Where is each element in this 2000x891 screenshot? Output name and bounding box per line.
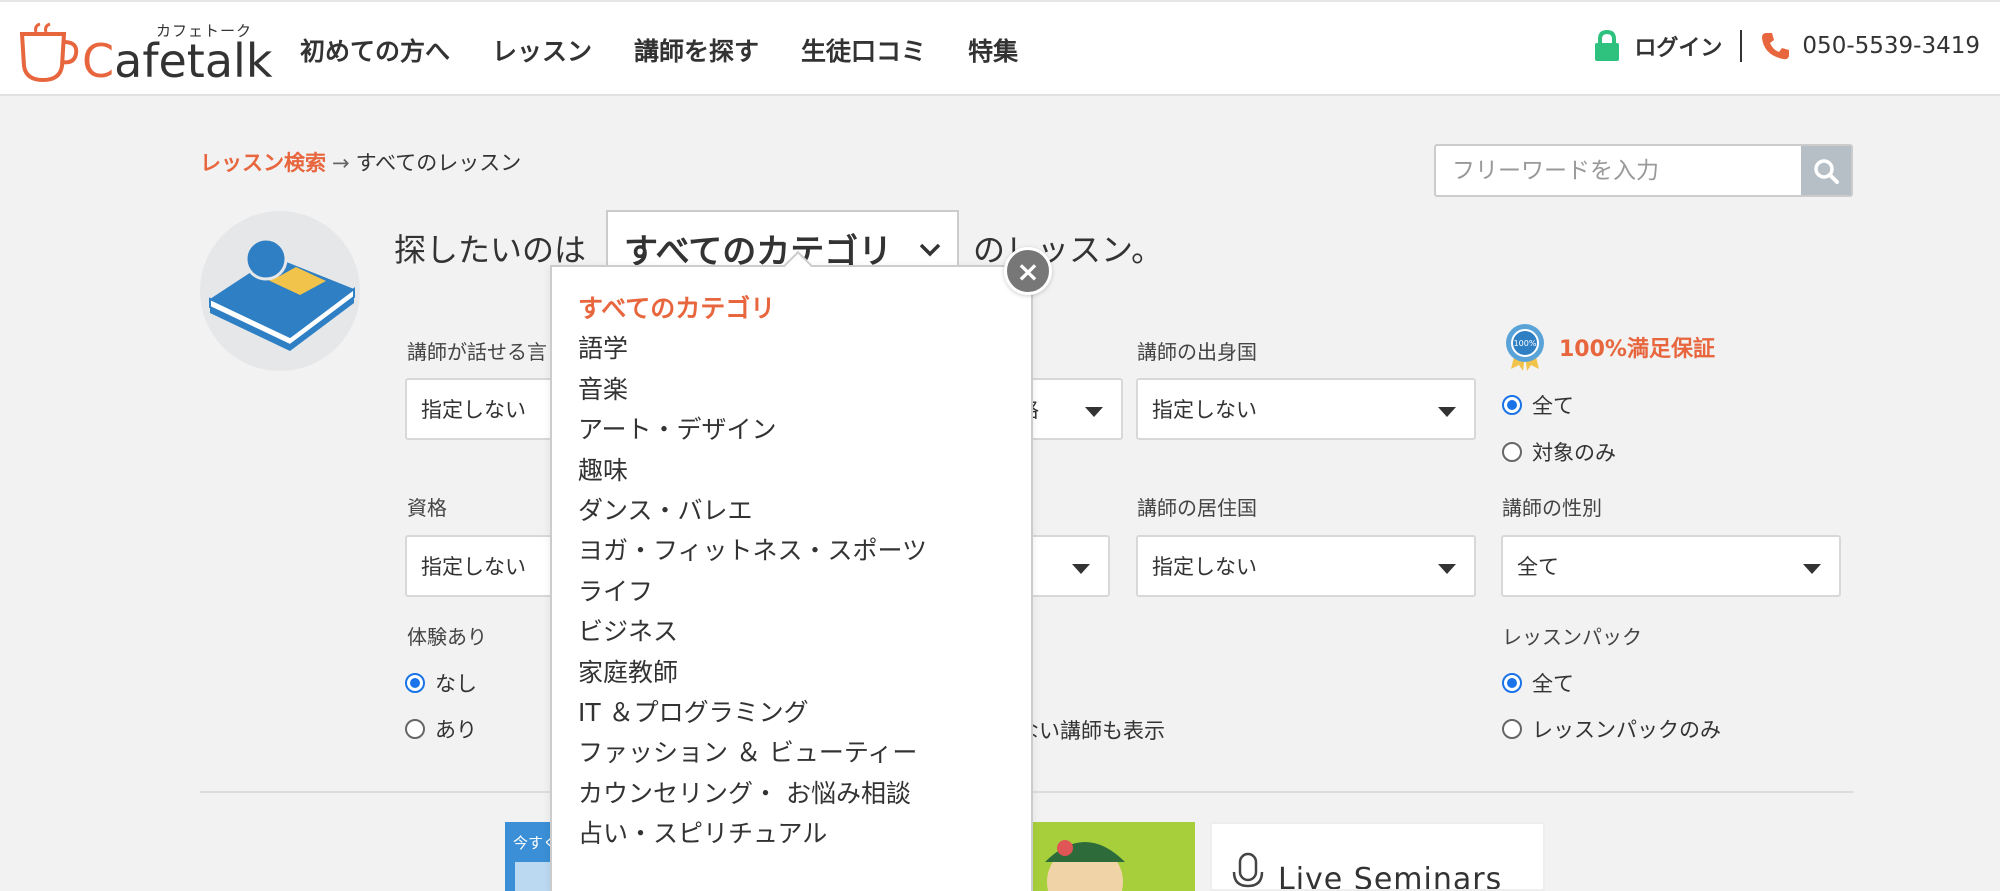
category-option-fortune-spiritual[interactable]: 占い・スピリチュアル bbox=[578, 814, 927, 854]
radio-label: あり bbox=[435, 718, 477, 742]
trial-yes-radio[interactable]: あり bbox=[405, 714, 477, 744]
guarantee-only-radio[interactable]: 対象のみ bbox=[1502, 437, 1616, 467]
search-input[interactable] bbox=[1436, 146, 1801, 195]
phone-icon bbox=[1762, 33, 1790, 60]
radio-label: 全て bbox=[1532, 672, 1574, 696]
speaks-language-value: 指定しない bbox=[421, 398, 526, 422]
origin-country-select[interactable]: 指定しない bbox=[1136, 378, 1476, 440]
radio-label: レッスンパックのみ bbox=[1532, 718, 1721, 742]
gender-label: 講師の性別 bbox=[1502, 496, 1602, 520]
guarantee-all-radio[interactable]: 全て bbox=[1502, 390, 1574, 420]
main-nav: 初めての方へ レッスン 講師を探す 生徒口コミ 特集 bbox=[300, 32, 1060, 68]
pack-only-radio[interactable]: レッスンパックのみ bbox=[1502, 714, 1721, 744]
microphone-icon bbox=[1232, 852, 1264, 888]
breadcrumb-current: すべてのレッスン bbox=[355, 151, 522, 175]
close-icon: × bbox=[1016, 254, 1040, 288]
origin-country-value: 指定しない bbox=[1152, 398, 1257, 422]
nav-first-time[interactable]: 初めての方へ bbox=[300, 32, 450, 68]
breadcrumb-arrow: → bbox=[332, 151, 350, 175]
nav-find-tutor[interactable]: 講師を探す bbox=[634, 32, 759, 68]
category-dropdown: すべてのカテゴリ 語学 音楽 アート・デザイン 趣味 ダンス・バレエ ヨガ・フィ… bbox=[550, 250, 1033, 891]
qualification-label: 資格 bbox=[407, 496, 447, 520]
pack-all-radio[interactable]: 全て bbox=[1502, 668, 1574, 698]
phone-number[interactable]: 050-5539-3419 bbox=[1760, 31, 1980, 61]
qualification-select[interactable]: 指定しない bbox=[405, 535, 557, 597]
dropdown-arrow-icon bbox=[1438, 564, 1456, 574]
phone-label: 050-5539-3419 bbox=[1802, 33, 1980, 59]
speaks-language-select[interactable]: 指定しない bbox=[405, 378, 557, 440]
nav-features[interactable]: 特集 bbox=[968, 32, 1018, 68]
qualification-value: 指定しない bbox=[421, 555, 526, 579]
login-label: ログイン bbox=[1634, 36, 1723, 61]
category-list: すべてのカテゴリ 語学 音楽 アート・デザイン 趣味 ダンス・バレエ ヨガ・フィ… bbox=[578, 289, 927, 854]
free-word-search bbox=[1434, 144, 1853, 197]
login-link[interactable]: ログイン bbox=[1594, 30, 1722, 62]
book-icon bbox=[209, 237, 355, 351]
guarantee-label: 100%満足保証 bbox=[1559, 337, 1715, 362]
category-option-art-design[interactable]: アート・デザイン bbox=[578, 410, 927, 450]
origin-country-label: 講師の出身国 bbox=[1137, 340, 1257, 364]
residence-country-value: 指定しない bbox=[1152, 555, 1257, 579]
category-option-business[interactable]: ビジネス bbox=[578, 612, 927, 652]
satisfaction-guarantee: 100% 100%満足保証 bbox=[1503, 323, 1715, 371]
category-option-it-programming[interactable]: IT ＆プログラミング bbox=[578, 693, 927, 733]
nav-lessons[interactable]: レッスン bbox=[492, 32, 592, 68]
header-right: ログイン 050-5539-3419 bbox=[1594, 30, 1980, 62]
search-icon bbox=[1814, 158, 1839, 184]
speaks-language-label: 講師が話せる言 bbox=[407, 340, 547, 364]
dropdown-arrow-icon bbox=[1085, 407, 1103, 417]
trial-label: 体験あり bbox=[407, 625, 487, 649]
radio-unchecked-icon bbox=[405, 719, 425, 739]
coffee-cup-icon bbox=[19, 22, 79, 83]
category-option-music[interactable]: 音楽 bbox=[578, 370, 927, 410]
category-option-tutoring[interactable]: 家庭教師 bbox=[578, 653, 927, 693]
banner-live-seminars-text: Live Seminars bbox=[1278, 862, 1503, 891]
gender-value: 全て bbox=[1517, 555, 1559, 579]
lesson-pack-label: レッスンパック bbox=[1502, 625, 1642, 649]
category-option-life[interactable]: ライフ bbox=[578, 572, 927, 612]
category-option-yoga-fitness[interactable]: ヨガ・フィットネス・スポーツ bbox=[578, 531, 927, 571]
category-option-hobbies[interactable]: 趣味 bbox=[578, 451, 927, 491]
trial-none-radio[interactable]: なし bbox=[405, 668, 477, 698]
banner-live-seminars[interactable]: Live Seminars bbox=[1210, 822, 1545, 891]
residence-country-label: 講師の居住国 bbox=[1137, 496, 1257, 520]
radio-checked-icon bbox=[1502, 395, 1522, 415]
radio-checked-icon bbox=[1502, 673, 1522, 693]
logo-text: Cafetalk bbox=[82, 34, 273, 88]
dropdown-arrow-icon bbox=[1803, 564, 1821, 574]
site-header: カフェトーク Cafetalk 初めての方へ レッスン 講師を探す 生徒口コミ … bbox=[0, 0, 2000, 96]
dropdown-arrow-icon bbox=[1438, 407, 1456, 417]
radio-label: なし bbox=[435, 672, 477, 696]
category-option-all[interactable]: すべてのカテゴリ bbox=[578, 289, 927, 329]
svg-text:100%: 100% bbox=[1514, 339, 1537, 348]
book-illustration bbox=[200, 211, 360, 371]
category-option-languages[interactable]: 語学 bbox=[578, 329, 927, 369]
close-dropdown-button[interactable]: × bbox=[1004, 247, 1052, 295]
radio-unchecked-icon bbox=[1502, 719, 1522, 739]
radio-label: 全て bbox=[1532, 394, 1574, 418]
residence-country-select[interactable]: 指定しない bbox=[1136, 535, 1476, 597]
category-option-fashion-beauty[interactable]: ファッション ＆ ビューティー bbox=[578, 733, 927, 773]
dropdown-arrow-icon bbox=[1072, 564, 1090, 574]
lock-icon bbox=[1595, 30, 1620, 61]
radio-checked-icon bbox=[405, 673, 425, 693]
category-option-dance-ballet[interactable]: ダンス・バレエ bbox=[578, 491, 927, 531]
radio-unchecked-icon bbox=[1502, 442, 1522, 462]
show-hidden-tutors-label[interactable]: ない講師も表示 bbox=[1018, 715, 1165, 745]
category-option-counseling[interactable]: カウンセリング・ お悩み相談 bbox=[578, 774, 927, 814]
chevron-down-icon bbox=[919, 243, 941, 257]
gender-select[interactable]: 全て bbox=[1501, 535, 1841, 597]
breadcrumb: レッスン検索 → すべてのレッスン bbox=[200, 147, 521, 177]
header-separator bbox=[1740, 30, 1743, 62]
radio-label: 対象のみ bbox=[1532, 441, 1616, 465]
nav-reviews[interactable]: 生徒口コミ bbox=[801, 32, 926, 68]
cafetalk-logo[interactable]: カフェトーク Cafetalk bbox=[16, 20, 272, 88]
breadcrumb-lesson-search[interactable]: レッスン検索 bbox=[200, 151, 326, 175]
search-button[interactable] bbox=[1801, 146, 1851, 195]
guarantee-badge-icon: 100% bbox=[1506, 324, 1544, 371]
